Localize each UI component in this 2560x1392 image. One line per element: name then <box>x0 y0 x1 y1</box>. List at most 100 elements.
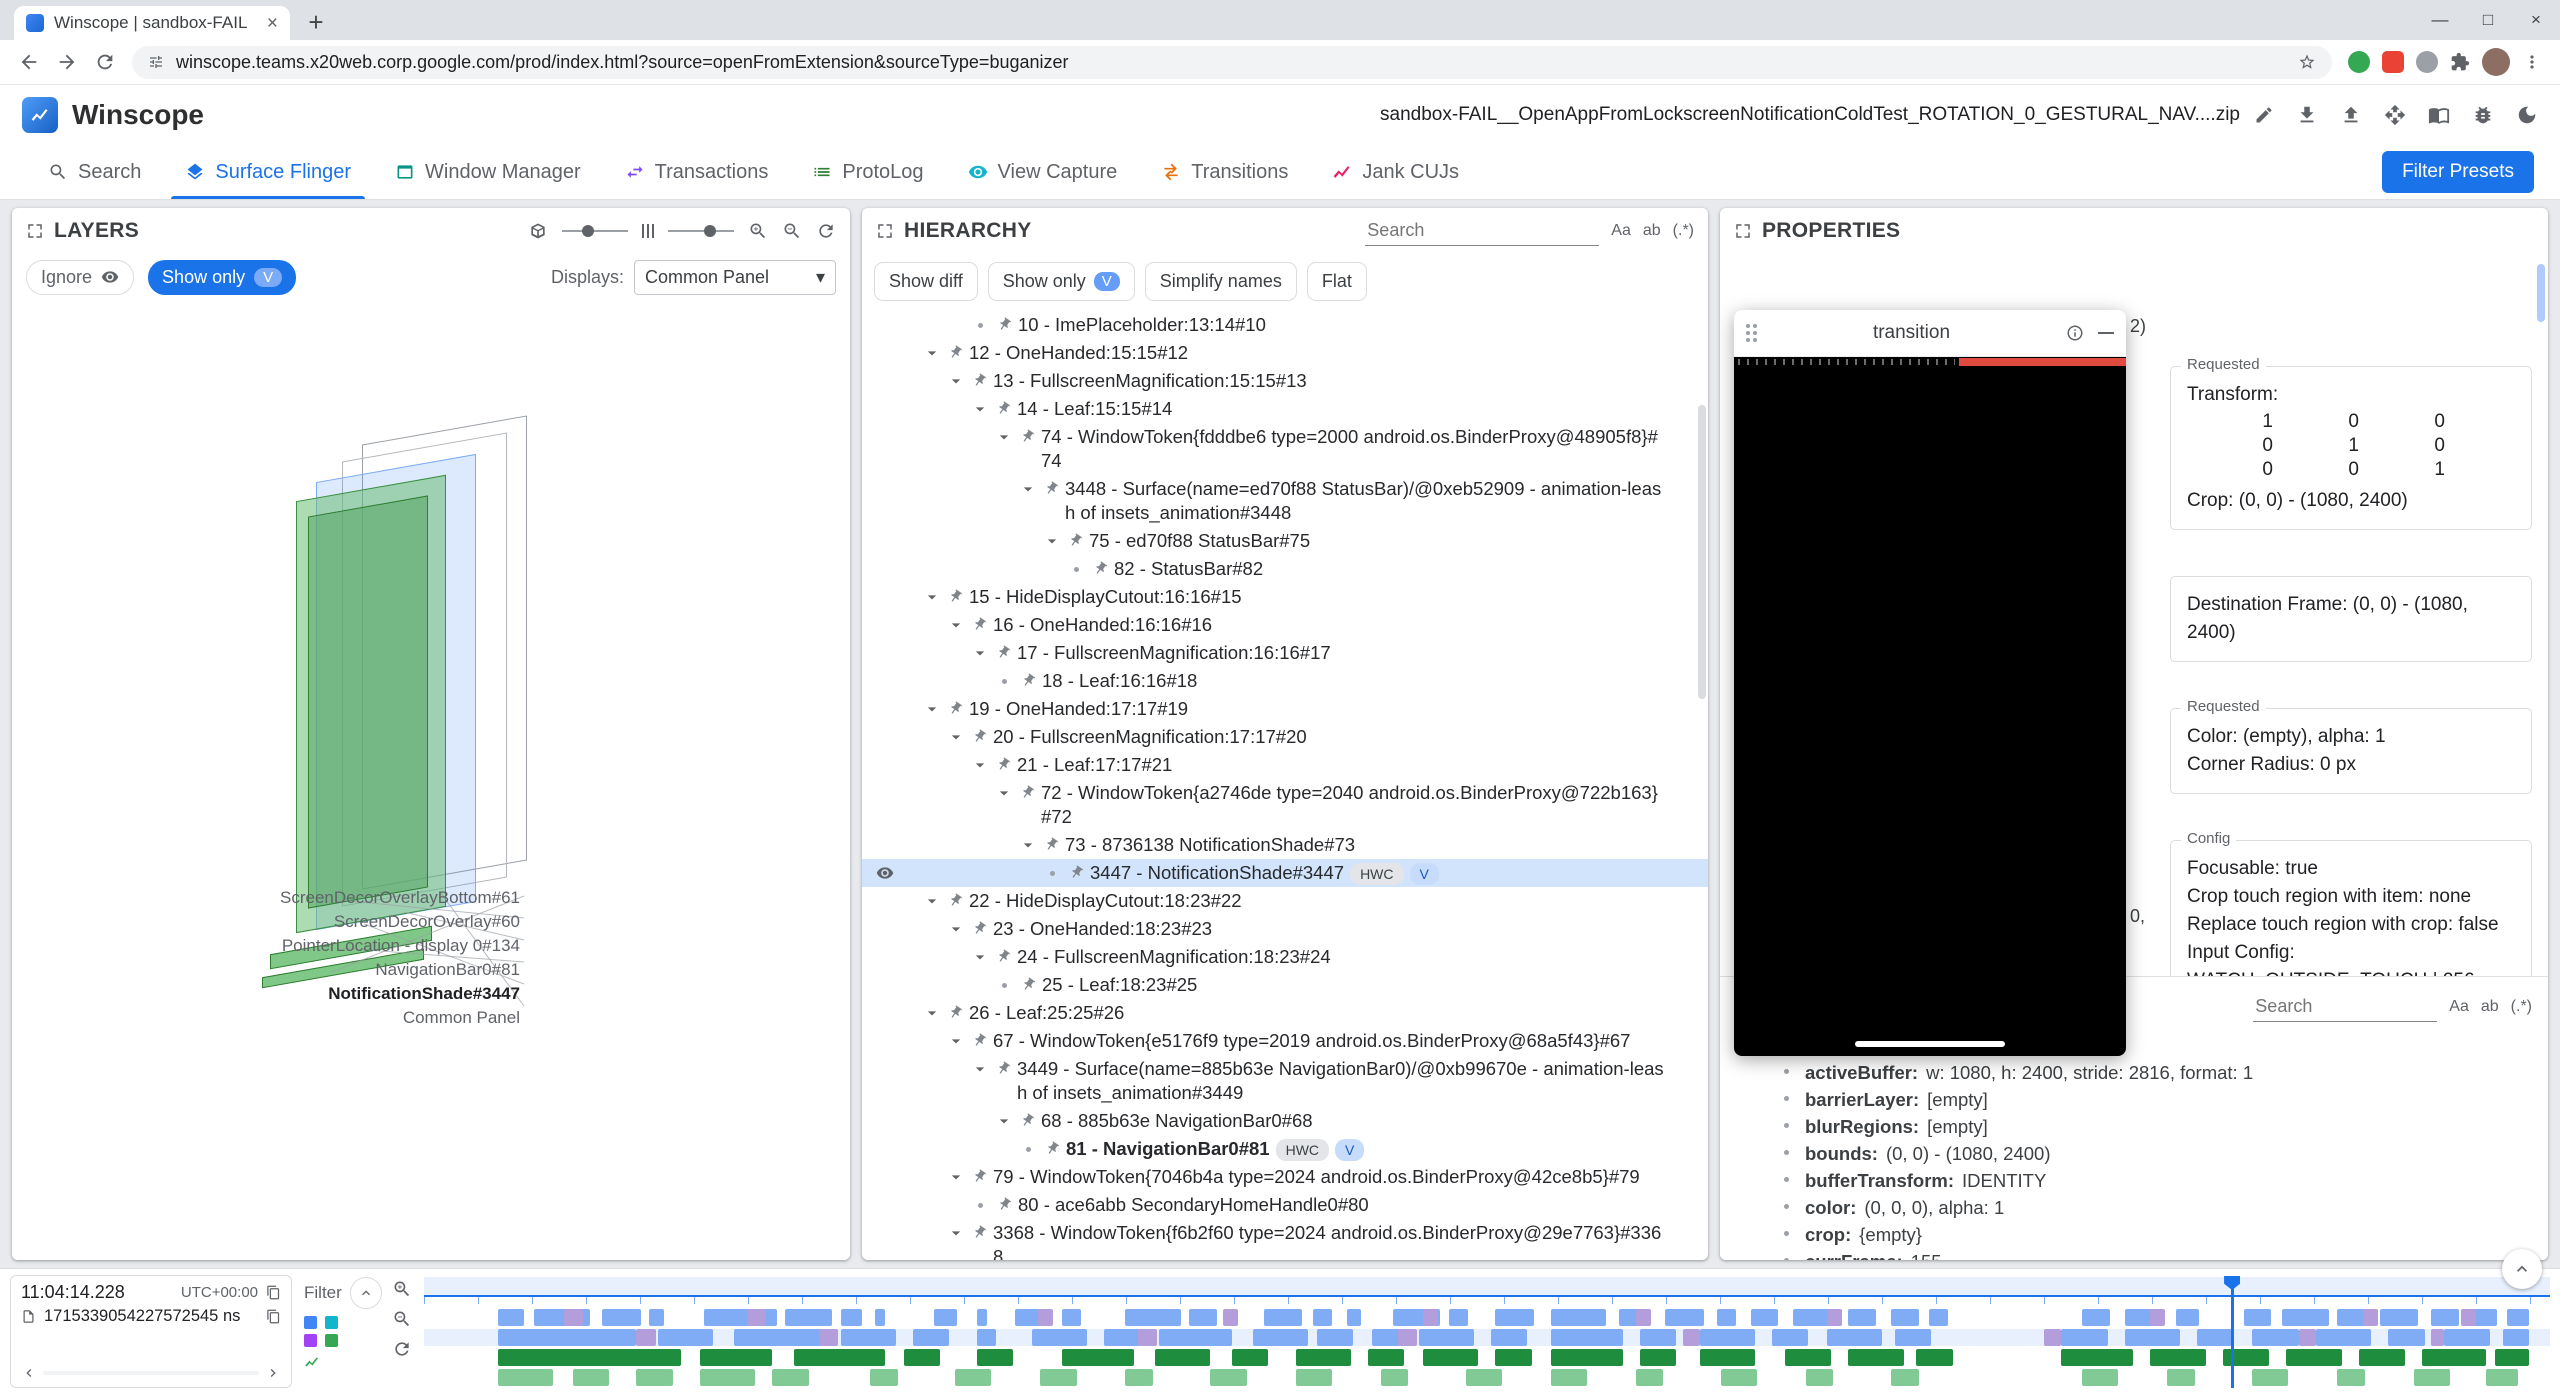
extension-icon-3[interactable] <box>2416 51 2438 73</box>
hierarchy-node[interactable]: 12 - OneHanded:15:15#12 <box>862 339 1708 367</box>
hierarchy-node[interactable]: 21 - Leaf:17:17#21 <box>862 751 1708 779</box>
hierarchy-node[interactable]: 16 - OneHanded:16:16#16 <box>862 611 1708 639</box>
browser-tab[interactable]: Winscope | sandbox-FAIL × <box>14 6 290 40</box>
tab-window-manager[interactable]: Window Manager <box>373 145 603 199</box>
trace-legend-icon[interactable] <box>304 1334 317 1347</box>
extension-icon-1[interactable] <box>2348 51 2370 73</box>
property-node[interactable]: color:(0, 0, 0), alpha: 1 <box>1736 1194 2532 1221</box>
property-node[interactable]: crop:{empty} <box>1736 1221 2532 1248</box>
layer-label[interactable]: ScreenDecorOverlay#60 <box>334 912 520 932</box>
trace-legend-icon[interactable] <box>325 1334 338 1347</box>
transition-screenshot-window[interactable]: transition <box>1734 310 2126 1056</box>
site-settings-icon[interactable] <box>148 54 164 70</box>
minimize-window-icon[interactable] <box>2098 332 2114 334</box>
button-show-diff[interactable]: Show diff <box>874 262 978 301</box>
tab-jank-cujs[interactable]: Jank CUJs <box>1310 145 1481 199</box>
hierarchy-search-input[interactable] <box>1365 216 1599 246</box>
hierarchy-node[interactable]: 80 - ace6abb SecondaryHomeHandle0#80 <box>862 1191 1708 1219</box>
rotation-3d-icon[interactable] <box>528 221 548 241</box>
property-node[interactable]: bounds:(0, 0) - (1080, 2400) <box>1736 1140 2532 1167</box>
hierarchy-node[interactable]: 17 - FullscreenMagnification:16:16#17 <box>862 639 1708 667</box>
property-node[interactable]: bufferTransform:IDENTITY <box>1736 1167 2532 1194</box>
timeline-mini-scrollbar[interactable] <box>43 1371 259 1375</box>
upload-icon[interactable] <box>2340 104 2362 126</box>
tab-protolog[interactable]: ProtoLog <box>790 145 945 199</box>
hierarchy-node[interactable]: 67 - WindowToken{e5176f9 type=2019 andro… <box>862 1027 1708 1055</box>
tab-search[interactable]: Search <box>26 145 163 199</box>
layers-3d-canvas[interactable]: ScreenDecorOverlayBottom#61 ScreenDecorOv… <box>12 300 850 1260</box>
tab-transitions[interactable]: Transitions <box>1139 145 1310 199</box>
spacing-slider[interactable] <box>668 230 734 232</box>
zoom-in-icon[interactable] <box>392 1279 412 1299</box>
trace-legend-icon[interactable] <box>304 1316 317 1329</box>
scroll-left-icon[interactable] <box>21 1365 37 1381</box>
match-case-icon[interactable]: Aa <box>2449 998 2469 1016</box>
hierarchy-node[interactable]: 10 - ImePlaceholder:13:14#10 <box>862 311 1708 339</box>
hierarchy-node[interactable]: 73 - 8736138 NotificationShade#73 <box>862 831 1708 859</box>
timeline-canvas[interactable] <box>424 1277 2550 1388</box>
hierarchy-node[interactable]: 3448 - Surface(name=ed70f88 StatusBar)/@… <box>862 475 1708 527</box>
extensions-puzzle-icon[interactable] <box>2450 52 2470 72</box>
tab-surface-flinger[interactable]: Surface Flinger <box>163 145 373 199</box>
match-case-icon[interactable]: Aa <box>1611 222 1631 240</box>
hierarchy-node[interactable]: 79 - WindowToken{7046b4a type=2024 andro… <box>862 1163 1708 1191</box>
profile-avatar[interactable] <box>2482 48 2510 76</box>
reset-zoom-icon[interactable] <box>392 1339 412 1359</box>
show-only-v-button[interactable]: Show only V <box>148 260 296 295</box>
property-node[interactable]: barrierLayer:[empty] <box>1736 1086 2532 1113</box>
property-node[interactable]: blurRegions:[empty] <box>1736 1113 2532 1140</box>
documentation-icon[interactable] <box>2428 104 2450 126</box>
timeline-cursor[interactable] <box>2231 1277 2234 1388</box>
hierarchy-node[interactable]: 14 - Leaf:15:15#14 <box>862 395 1708 423</box>
copy-icon[interactable] <box>266 1309 281 1324</box>
window-title-bar[interactable]: transition <box>1734 310 2126 357</box>
filter-collapse-button[interactable] <box>350 1277 382 1309</box>
hierarchy-node[interactable]: 20 - FullscreenMagnification:17:17#20 <box>862 723 1708 751</box>
bug-report-icon[interactable] <box>2472 104 2494 126</box>
button-flat[interactable]: Flat <box>1307 262 1367 301</box>
hierarchy-node[interactable]: 15 - HideDisplayCutout:16:16#15 <box>862 583 1708 611</box>
hierarchy-node[interactable]: 81 - NavigationBar0#81HWCV <box>862 1135 1708 1163</box>
expand-panel-icon[interactable] <box>1734 222 1752 240</box>
regex-icon[interactable]: (.*) <box>2511 998 2532 1016</box>
url-bar[interactable]: winscope.teams.x20web.corp.google.com/pr… <box>132 46 2332 79</box>
button-show-only[interactable]: Show onlyV <box>988 262 1135 301</box>
expand-panel-icon[interactable] <box>876 222 894 240</box>
hierarchy-node[interactable]: 68 - 885b63e NavigationBar0#68 <box>862 1107 1708 1135</box>
ignore-button[interactable]: Ignore <box>26 260 134 295</box>
tab-close-icon[interactable]: × <box>267 14 278 33</box>
displays-select[interactable]: Common Panel ▾ <box>634 260 836 295</box>
copy-icon[interactable] <box>266 1285 281 1300</box>
forward-icon[interactable] <box>56 51 78 73</box>
back-icon[interactable] <box>18 51 40 73</box>
window-minimize-button[interactable]: — <box>2416 0 2464 40</box>
button-simplify-names[interactable]: Simplify names <box>1145 262 1297 301</box>
hierarchy-node[interactable]: 75 - ed70f88 StatusBar#75 <box>862 527 1708 555</box>
reset-view-icon[interactable] <box>816 221 836 241</box>
zoom-out-icon[interactable] <box>782 221 802 241</box>
regex-icon[interactable]: (.*) <box>1673 222 1694 240</box>
hierarchy-node[interactable]: 82 - StatusBar#82 <box>862 555 1708 583</box>
scroll-right-icon[interactable] <box>265 1365 281 1381</box>
bookmark-star-icon[interactable] <box>2298 53 2316 71</box>
filter-presets-button[interactable]: Filter Presets <box>2382 151 2534 193</box>
properties-search-input[interactable] <box>2253 992 2437 1022</box>
reload-icon[interactable] <box>94 51 116 73</box>
hierarchy-node[interactable]: 72 - WindowToken{a2746de type=2040 andro… <box>862 779 1708 831</box>
hierarchy-node[interactable]: 74 - WindowToken{fdddbe6 type=2000 andro… <box>862 423 1708 475</box>
hierarchy-node[interactable]: 24 - FullscreenMagnification:18:23#24 <box>862 943 1708 971</box>
browser-menu-icon[interactable] <box>2522 52 2542 72</box>
layer-label[interactable]: NavigationBar0#81 <box>375 960 520 980</box>
hierarchy-scrollbar[interactable] <box>1698 405 1706 699</box>
layer-label[interactable]: Common Panel <box>403 1008 520 1028</box>
window-maximize-button[interactable]: □ <box>2464 0 2512 40</box>
tab-transactions[interactable]: Transactions <box>603 145 791 199</box>
hierarchy-node[interactable]: 18 - Leaf:16:16#18 <box>862 667 1708 695</box>
zoom-in-icon[interactable] <box>748 221 768 241</box>
cross-tool-icon[interactable] <box>2384 104 2406 126</box>
zoom-out-icon[interactable] <box>392 1309 412 1329</box>
collapse-timeline-button[interactable] <box>2502 1249 2542 1289</box>
layer-label[interactable]: ScreenDecorOverlayBottom#61 <box>280 888 520 908</box>
info-icon[interactable] <box>2066 324 2084 342</box>
window-close-button[interactable]: × <box>2512 0 2560 40</box>
